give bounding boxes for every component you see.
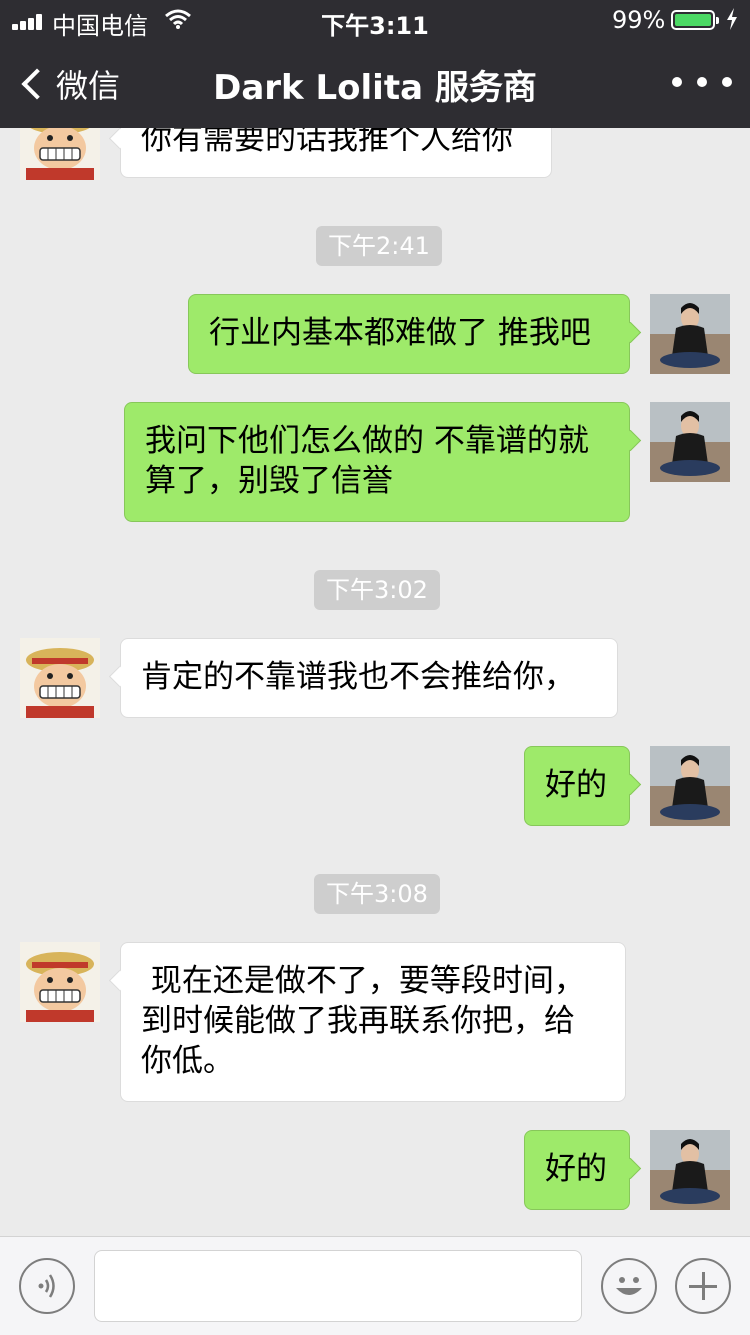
- message-input[interactable]: [94, 1250, 582, 1322]
- back-button[interactable]: 微信: [20, 60, 120, 108]
- timestamp: 下午3:08: [314, 874, 440, 914]
- back-label: 微信: [56, 67, 121, 105]
- plus-icon[interactable]: [675, 1258, 731, 1314]
- contact-avatar[interactable]: [20, 638, 100, 718]
- chat-title: Dark Lolita 服务商: [213, 68, 537, 108]
- emoji-icon: [616, 1277, 642, 1295]
- user-avatar[interactable]: [650, 746, 730, 826]
- contact-avatar[interactable]: [20, 942, 100, 1022]
- user-avatar[interactable]: [650, 1130, 730, 1210]
- top-bar: 中国电信 下午3:11 99% 微信 Dark Lolita 服务商: [0, 0, 750, 128]
- battery-percent: 99%: [612, 6, 666, 34]
- chevron-left-icon: [21, 68, 53, 100]
- battery-icon: [671, 10, 719, 30]
- incoming-message-bubble[interactable]: 肯定的不靠谱我也不会推给你，: [120, 638, 618, 718]
- emoji-button[interactable]: [601, 1258, 657, 1314]
- timestamp: 下午3:02: [314, 570, 440, 610]
- status-bar: 中国电信 下午3:11 99%: [0, 0, 750, 40]
- chat-area[interactable]: 你有需要的话我推个人给你 下午2:41 行业内基本都难做了 推我吧 我问下他们怎…: [0, 0, 750, 1236]
- charging-icon: [726, 8, 738, 36]
- user-avatar[interactable]: [650, 402, 730, 482]
- user-avatar[interactable]: [650, 294, 730, 374]
- input-bar: [0, 1236, 750, 1335]
- outgoing-message-bubble[interactable]: 行业内基本都难做了 推我吧: [188, 294, 630, 374]
- outgoing-message-bubble[interactable]: 好的: [524, 1130, 630, 1210]
- timestamp: 下午2:41: [316, 226, 442, 266]
- outgoing-message-bubble[interactable]: 我问下他们怎么做的 不靠谱的就 算了，别毁了信誉: [124, 402, 630, 522]
- voice-button[interactable]: [19, 1258, 75, 1314]
- voice-icon: [38, 1274, 55, 1298]
- nav-bar: 微信 Dark Lolita 服务商: [0, 40, 750, 128]
- incoming-message-bubble[interactable]: 现在还是做不了，要等段时间， 到时候能做了我再联系你把，给 你低。: [120, 942, 626, 1102]
- outgoing-message-bubble[interactable]: 好的: [524, 746, 630, 826]
- more-dots-icon[interactable]: [672, 58, 732, 106]
